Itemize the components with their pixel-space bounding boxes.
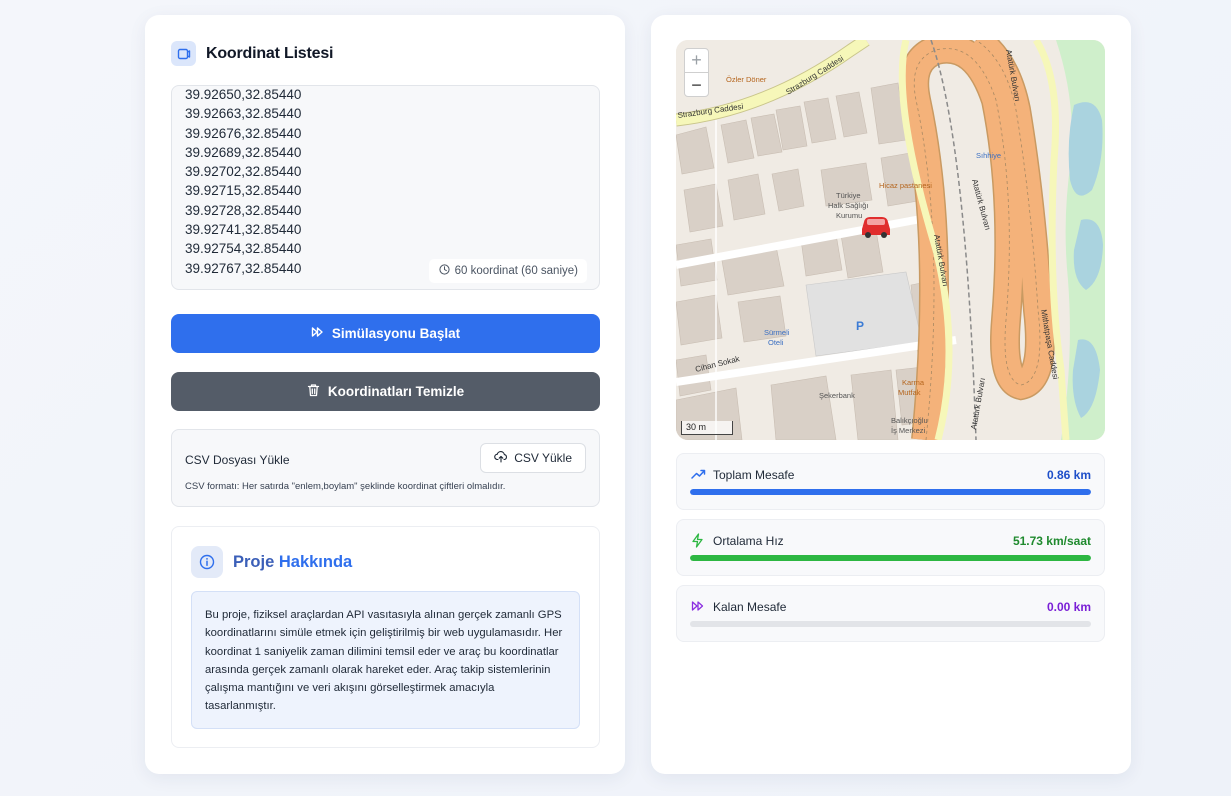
coordinate-line: 39.92741,32.85440 <box>185 222 302 238</box>
about-title-part1: Proje <box>233 552 279 571</box>
list-icon <box>171 41 196 66</box>
total-distance-value: 0.86 km <box>1046 468 1091 482</box>
zoom-out-button[interactable]: − <box>685 73 708 96</box>
trending-up-icon <box>691 467 706 485</box>
car-icon <box>862 217 890 238</box>
poi-label: Sıhhiye <box>976 151 1001 160</box>
start-simulation-button[interactable]: Simülasyonu Başlat <box>171 314 600 353</box>
clear-coordinates-button[interactable]: Koordinatları Temizle <box>171 372 600 411</box>
csv-upload-section: CSV Dosyası Yükle CSV Yükle CSV formatı:… <box>171 429 600 507</box>
csv-upload-button-label: CSV Yükle <box>514 451 572 465</box>
coordinate-line: 39.92689,32.85440 <box>185 144 302 160</box>
trash-icon <box>307 383 320 400</box>
zoom-control: + − <box>684 48 709 97</box>
map-scale: 30 m <box>681 421 733 435</box>
coordinate-line: 39.92663,32.85440 <box>185 106 302 122</box>
coordinate-line: 39.92728,32.85440 <box>185 202 302 218</box>
average-speed-label: Ortalama Hız <box>713 534 784 548</box>
average-speed-progress <box>690 555 1091 561</box>
coordinate-lines: 39.92650,32.85440 39.92663,32.85440 39.9… <box>185 86 302 278</box>
about-section: Proje Hakkında Bu proje, fiziksel araçla… <box>171 526 600 748</box>
poi-label: Kurumu <box>836 211 862 220</box>
coordinate-panel: Koordinat Listesi 39.92650,32.85440 39.9… <box>145 15 625 774</box>
lightning-icon <box>691 533 704 553</box>
parking-label: P <box>856 319 864 333</box>
csv-upload-label: CSV Dosyası Yükle <box>185 453 290 467</box>
poi-label: Türkiye <box>836 191 861 200</box>
clear-coordinates-label: Koordinatları Temizle <box>327 384 465 399</box>
info-icon <box>191 546 223 578</box>
fast-forward-icon <box>311 326 324 341</box>
average-speed-value: 51.73 km/saat <box>1012 534 1091 548</box>
panel-header: Koordinat Listesi <box>171 41 333 66</box>
map-panel: P Strazburg Caddesi Strazburg Caddesi Ci… <box>651 15 1131 774</box>
coordinate-line: 39.92754,32.85440 <box>185 241 302 257</box>
coordinate-line: 39.92650,32.85440 <box>185 87 302 102</box>
average-speed-stat: Ortalama Hız 51.73 km/saat <box>676 519 1105 576</box>
fast-forward-icon <box>691 599 705 617</box>
coordinate-count-badge: 60 koordinat (60 saniye) <box>428 259 587 283</box>
remaining-distance-stat: Kalan Mesafe 0.00 km <box>676 585 1105 642</box>
total-distance-progress-fill <box>690 489 1091 495</box>
about-header: Proje Hakkında <box>191 546 352 578</box>
about-title-part2: Hakkında <box>278 552 353 571</box>
remaining-distance-label: Kalan Mesafe <box>713 600 787 614</box>
poi-label: İş Merkezi <box>891 426 926 435</box>
poi-label: Hicaz pastanesi <box>879 181 932 190</box>
poi-label: Mutfak <box>898 388 921 397</box>
poi-label: Sürmeli <box>764 328 790 337</box>
coordinate-textarea[interactable]: 39.92650,32.85440 39.92663,32.85440 39.9… <box>171 85 600 290</box>
clock-icon <box>439 264 450 278</box>
coordinate-line: 39.92676,32.85440 <box>185 125 302 141</box>
coordinate-count-text: 60 koordinat (60 saniye) <box>454 265 578 277</box>
average-speed-progress-fill <box>690 555 1091 561</box>
poi-label: Karma <box>902 378 925 387</box>
coordinate-line: 39.92702,32.85440 <box>185 164 302 180</box>
map-view[interactable]: P Strazburg Caddesi Strazburg Caddesi Ci… <box>676 40 1105 440</box>
start-simulation-label: Simülasyonu Başlat <box>331 326 461 341</box>
about-title: Proje Hakkında <box>233 553 352 572</box>
zoom-in-button[interactable]: + <box>685 49 708 73</box>
poi-label: Oteli <box>768 338 784 347</box>
remaining-distance-progress <box>690 621 1091 627</box>
total-distance-label: Toplam Mesafe <box>713 468 795 482</box>
poi-label: Şekerbank <box>819 391 855 400</box>
total-distance-progress <box>690 489 1091 495</box>
csv-upload-button[interactable]: CSV Yükle <box>480 443 586 473</box>
total-distance-stat: Toplam Mesafe 0.86 km <box>676 453 1105 510</box>
upload-cloud-icon <box>494 450 508 466</box>
poi-label: Balıkçıoğlu <box>891 416 928 425</box>
panel-title: Koordinat Listesi <box>206 44 334 62</box>
about-description: Bu proje, fiziksel araçlardan API vasıta… <box>191 591 580 729</box>
remaining-distance-value: 0.00 km <box>1046 600 1091 614</box>
map-tiles: P Strazburg Caddesi Strazburg Caddesi Ci… <box>676 40 1105 440</box>
coordinate-line: 39.92767,32.85440 <box>185 260 302 276</box>
poi-label: Halk Sağlığı <box>828 201 868 210</box>
coordinate-line: 39.92715,32.85440 <box>185 183 302 199</box>
csv-format-help: CSV formatı: Her satırda "enlem,boylam" … <box>185 481 506 492</box>
poi-label: Özler Döner <box>726 75 767 84</box>
